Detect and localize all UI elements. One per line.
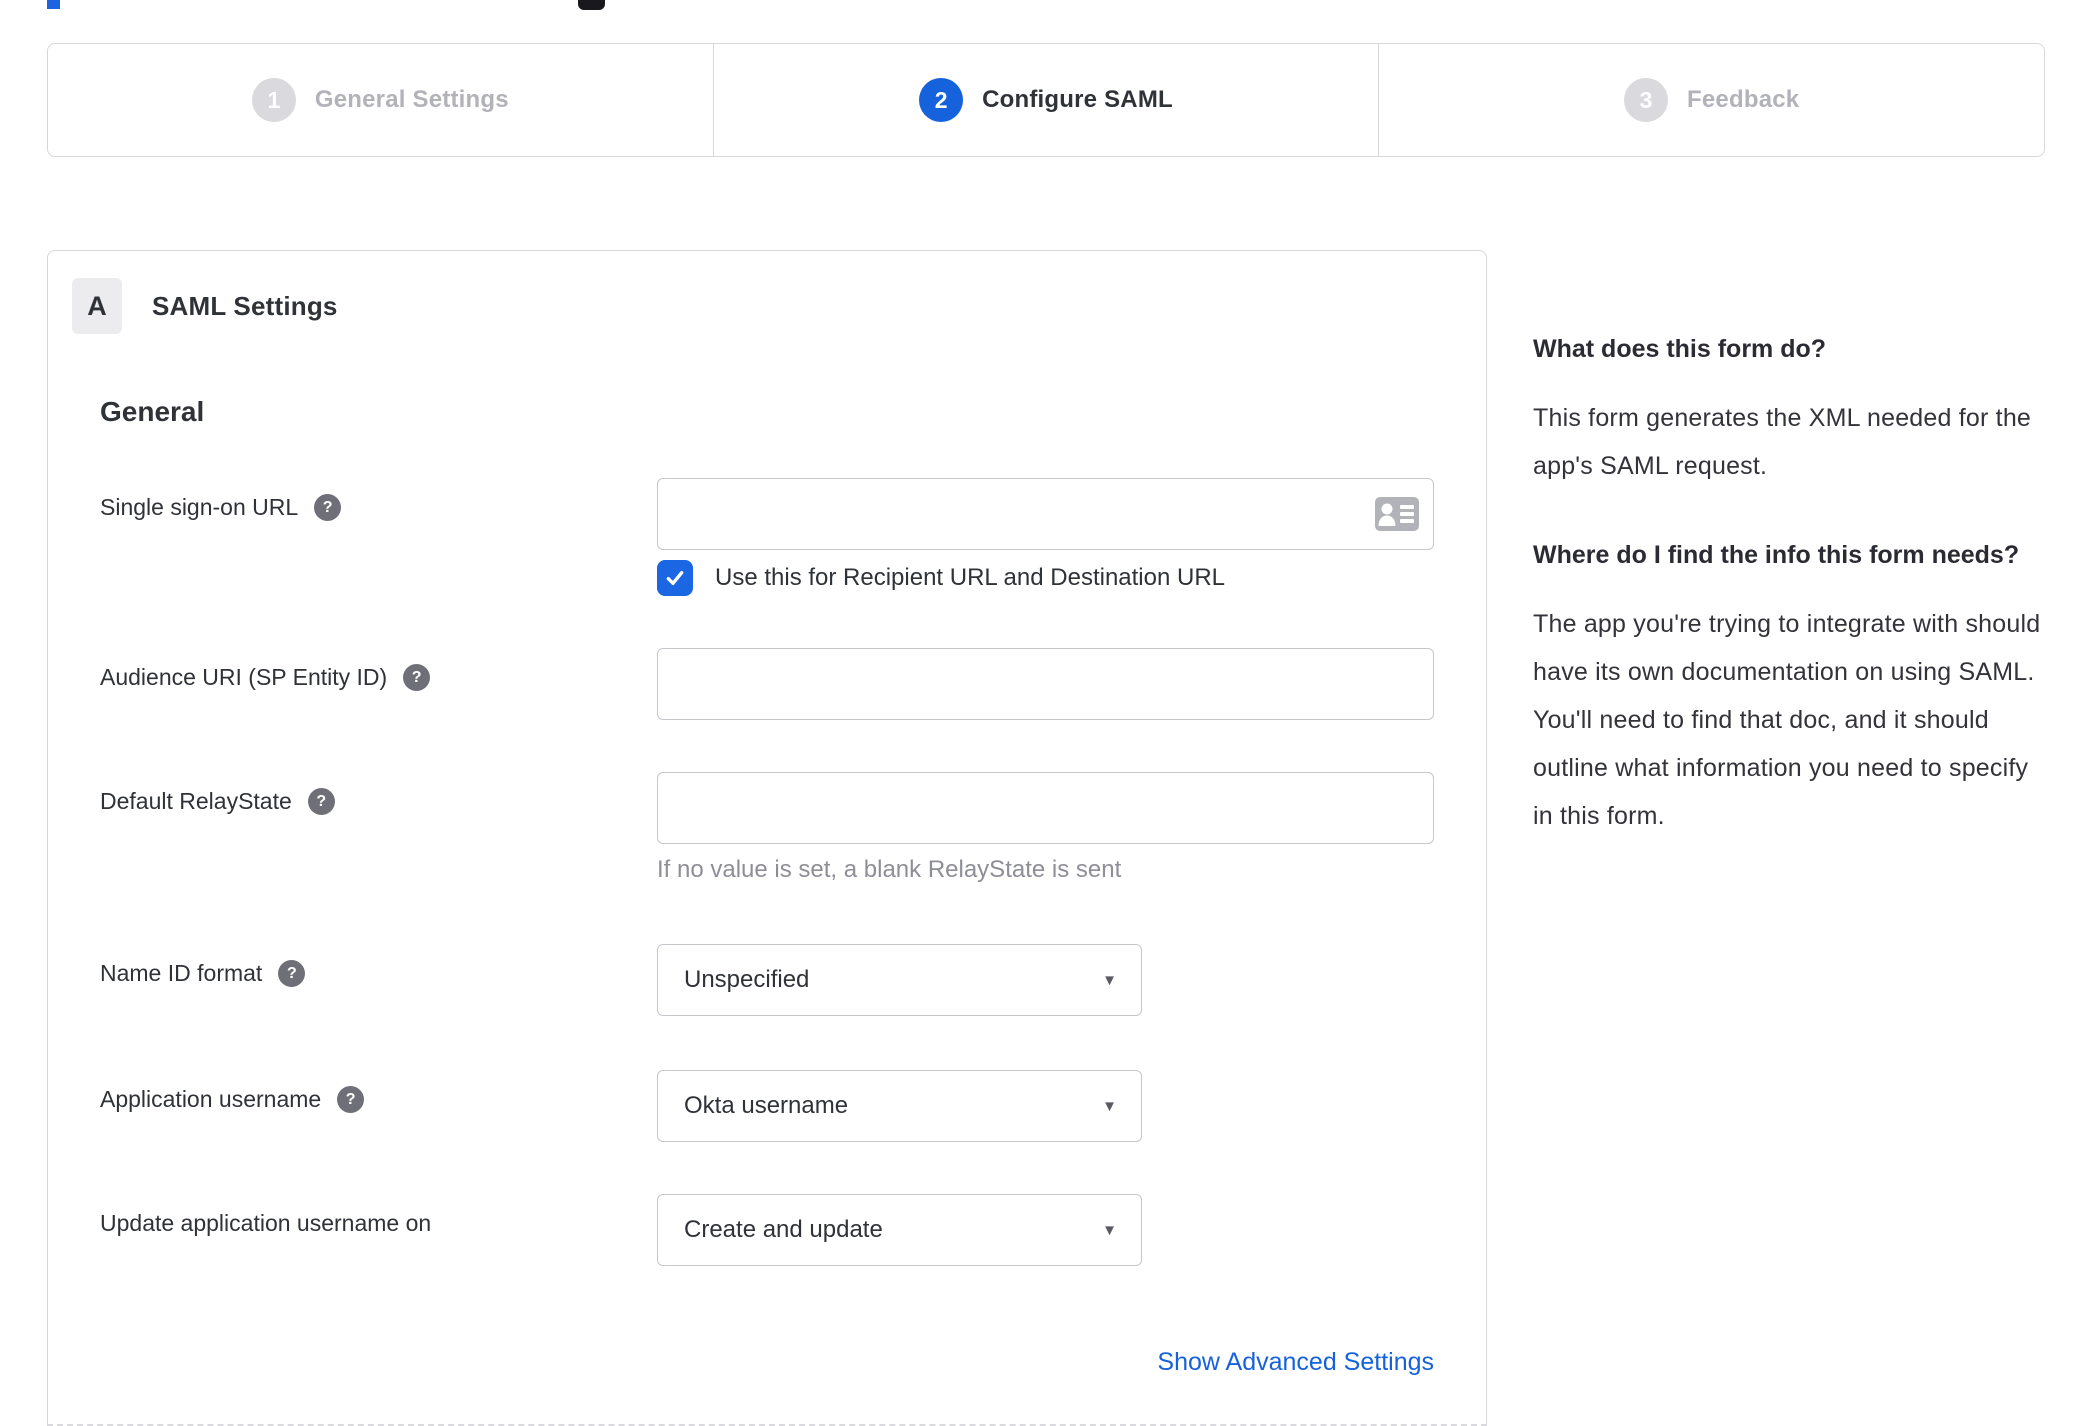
caret-down-icon: ▼ bbox=[1102, 1221, 1117, 1239]
step-general-settings[interactable]: 1 General Settings bbox=[48, 44, 713, 156]
saml-settings-card: A SAML Settings General Single sign-on U… bbox=[47, 250, 1487, 1426]
update-app-username-select[interactable]: Create and update ▼ bbox=[657, 1194, 1142, 1266]
show-advanced-settings-link[interactable]: Show Advanced Settings bbox=[1157, 1348, 1434, 1376]
application-username-select[interactable]: Okta username ▼ bbox=[657, 1070, 1142, 1142]
caret-down-icon: ▼ bbox=[1102, 971, 1117, 989]
general-group-heading: General bbox=[100, 396, 205, 427]
application-username-label: Application username bbox=[100, 1086, 322, 1112]
audience-uri-help-icon[interactable]: ? bbox=[403, 664, 431, 691]
default-relaystate-input[interactable] bbox=[658, 773, 1433, 843]
name-id-format-select[interactable]: Unspecified ▼ bbox=[657, 944, 1142, 1016]
use-for-recipient-checkbox-label: Use this for Recipient URL and Destinati… bbox=[715, 564, 1226, 591]
name-id-format-row: Name ID format ? Unspecified ▼ bbox=[100, 944, 1434, 1016]
step-configure-saml[interactable]: 2 Configure SAML bbox=[712, 44, 1379, 156]
default-relaystate-hint: If no value is set, a blank RelayState i… bbox=[657, 856, 1122, 883]
step-3-number-badge: 3 bbox=[1624, 78, 1669, 122]
name-id-format-help-icon[interactable]: ? bbox=[278, 960, 306, 987]
help-body-where: The app you're trying to integrate with … bbox=[1533, 610, 2041, 830]
sso-url-label: Single sign-on URL bbox=[100, 494, 299, 520]
cutoff-logo-fragment bbox=[47, 0, 60, 9]
help-sidebar: What does this form do? This form genera… bbox=[1533, 250, 2047, 886]
help-heading-where: Where do I find the info this form needs… bbox=[1533, 541, 2020, 569]
step-3-label: Feedback bbox=[1687, 86, 1800, 113]
audience-uri-row: Audience URI (SP Entity ID) ? bbox=[100, 648, 1434, 720]
name-id-format-label: Name ID format bbox=[100, 960, 263, 986]
sso-url-row: Single sign-on URL ? Use this for Recipi… bbox=[100, 478, 1434, 596]
default-relaystate-label: Default RelayState bbox=[100, 788, 292, 814]
update-app-username-value: Create and update bbox=[684, 1216, 883, 1243]
step-2-label: Configure SAML bbox=[982, 86, 1173, 113]
wizard-stepper: 1 General Settings 2 Configure SAML 3 Fe… bbox=[47, 43, 2045, 157]
update-app-username-row: Update application username on Create an… bbox=[100, 1194, 1434, 1266]
name-id-format-value: Unspecified bbox=[684, 966, 810, 993]
step-1-label: General Settings bbox=[314, 86, 509, 113]
default-relaystate-row: Default RelayState ? If no value is set,… bbox=[100, 772, 1434, 886]
use-for-recipient-checkbox[interactable] bbox=[657, 560, 693, 596]
audience-uri-label: Audience URI (SP Entity ID) bbox=[100, 664, 388, 690]
default-relaystate-input-wrap bbox=[657, 772, 1434, 844]
sso-url-input[interactable] bbox=[658, 479, 1433, 549]
application-username-help-icon[interactable]: ? bbox=[337, 1086, 365, 1113]
top-cutoff-strip bbox=[0, 0, 2092, 28]
sso-url-input-wrap bbox=[657, 478, 1434, 550]
help-body-what: This form generates the XML needed for t… bbox=[1533, 404, 2032, 480]
default-relaystate-help-icon[interactable]: ? bbox=[307, 788, 335, 815]
section-title: SAML Settings bbox=[152, 290, 338, 321]
sso-url-help-icon[interactable]: ? bbox=[314, 494, 342, 521]
application-username-row: Application username ? Okta username ▼ bbox=[100, 1070, 1434, 1142]
cutoff-icon-fragment bbox=[578, 0, 605, 10]
audience-uri-input-wrap bbox=[657, 648, 1434, 720]
help-heading-what: What does this form do? bbox=[1533, 335, 1827, 363]
saml-settings-header: A SAML Settings bbox=[72, 278, 1486, 334]
step-feedback[interactable]: 3 Feedback bbox=[1378, 44, 2044, 156]
recipient-url-checkbox-row: Use this for Recipient URL and Destinati… bbox=[657, 560, 1434, 596]
application-username-value: Okta username bbox=[684, 1092, 849, 1119]
caret-down-icon: ▼ bbox=[1102, 1097, 1117, 1115]
update-app-username-label: Update application username on bbox=[100, 1210, 432, 1236]
section-a-badge: A bbox=[72, 278, 122, 334]
step-1-number-badge: 1 bbox=[251, 78, 296, 122]
contact-card-icon bbox=[1375, 497, 1419, 531]
step-2-number-badge: 2 bbox=[919, 78, 964, 122]
audience-uri-input[interactable] bbox=[658, 649, 1433, 719]
